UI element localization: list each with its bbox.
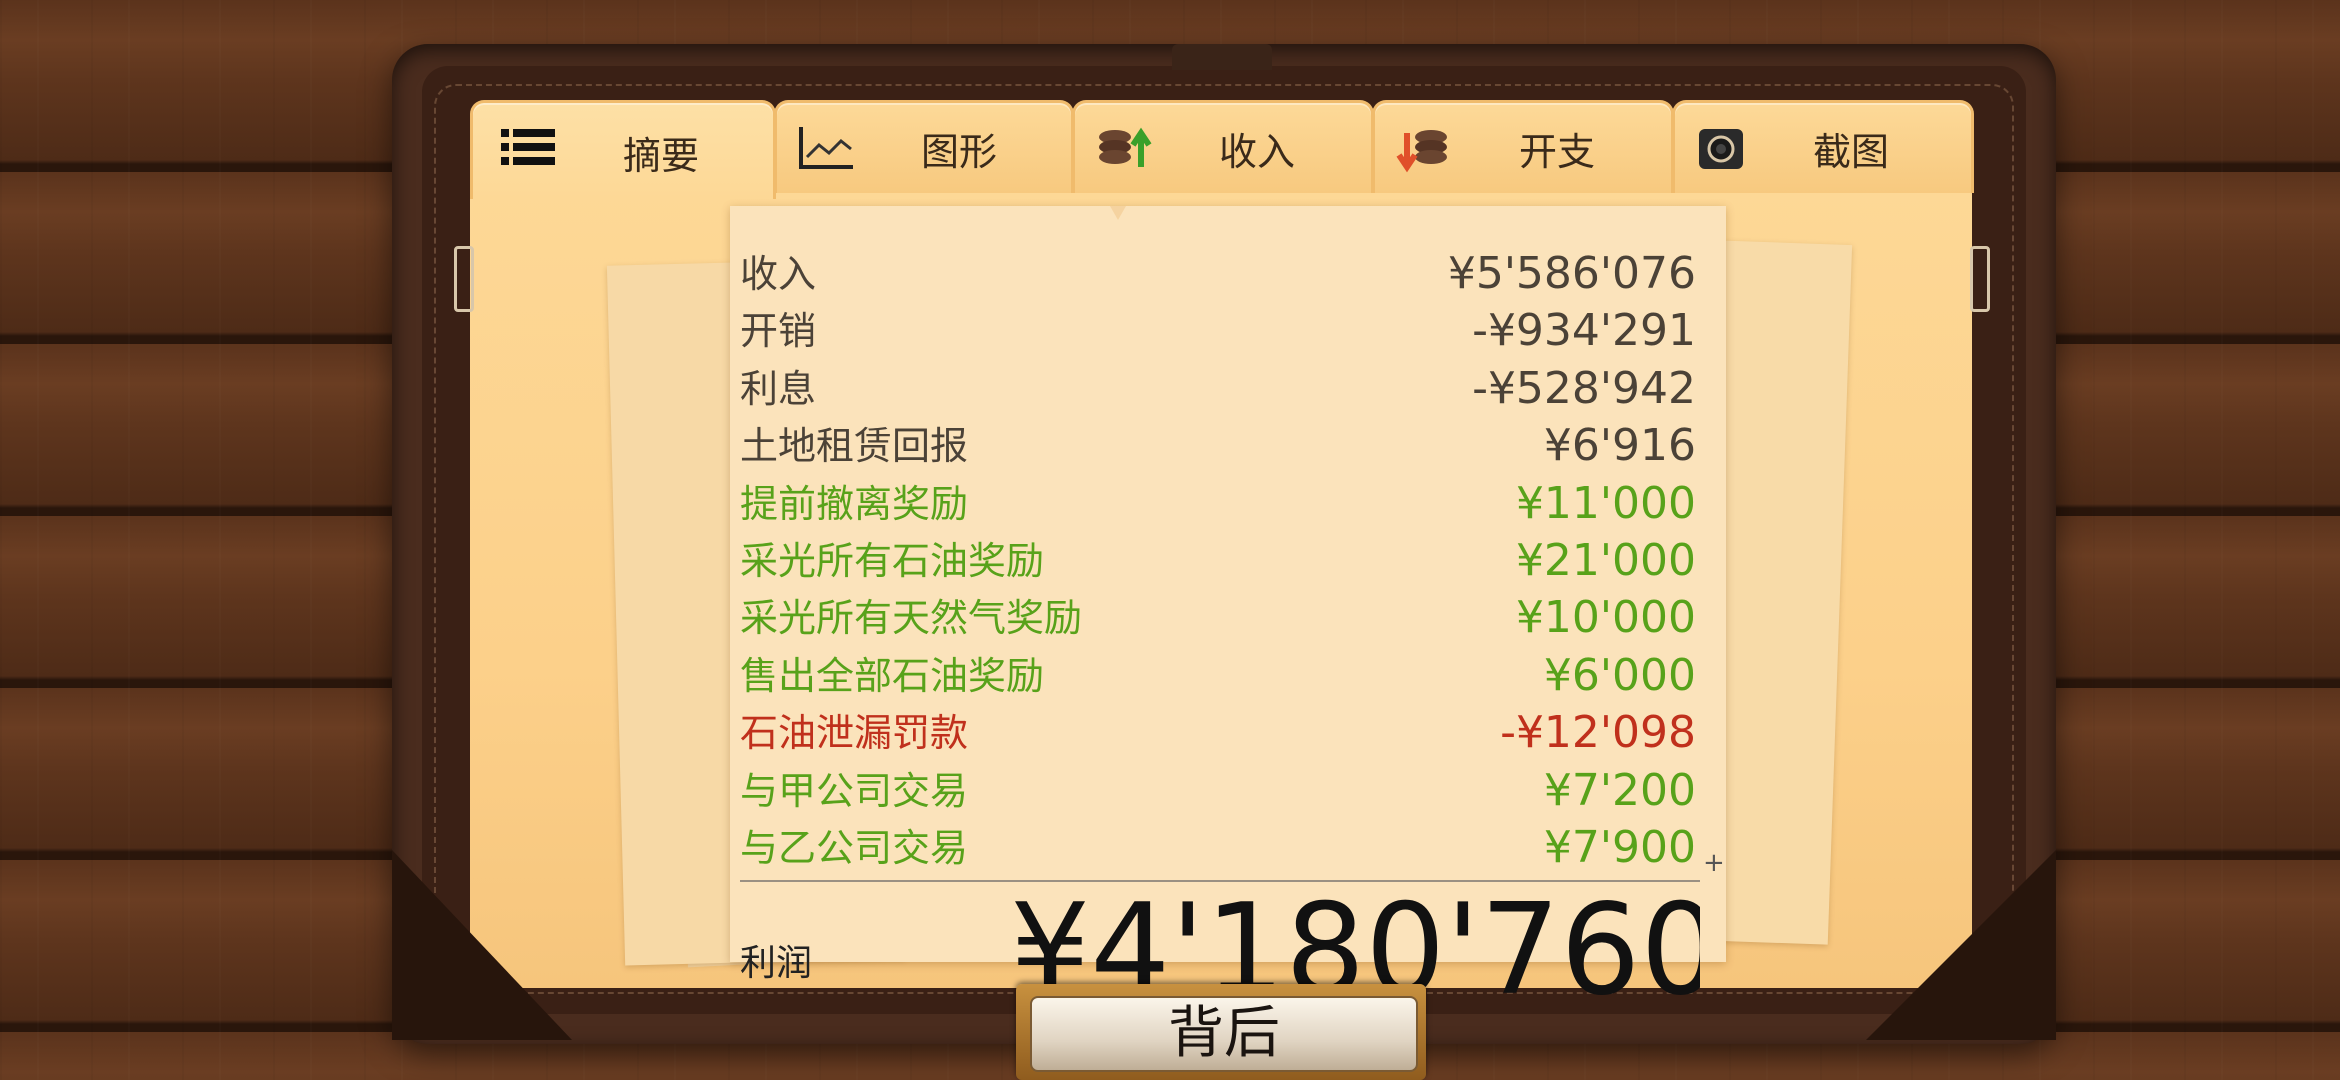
summary-row-label: 提前撤离奖励 [740, 481, 969, 526]
book-binding [1172, 44, 1272, 70]
summary-row-label: 与乙公司交易 [740, 826, 969, 870]
summary-row-label: 土地租赁回报 [740, 424, 969, 469]
tab-screenshot-label: 截图 [1813, 130, 1890, 174]
tab-summary[interactable]: 摘要 [470, 100, 776, 199]
summary-row-value: ¥5'586'076 [1447, 248, 1696, 299]
summary-row: 利息 -¥528'942 [740, 361, 1696, 417]
sum-symbol: + [1703, 848, 1725, 878]
summary-row: 与乙公司交易 ¥7'900 [740, 820, 1696, 876]
coins-down-icon [1396, 130, 1447, 173]
binder-ring-left [454, 246, 474, 312]
summary-row: 收入 ¥5'586'076 [740, 246, 1696, 302]
tab-screenshot[interactable]: 截图 [1672, 100, 1974, 193]
summary-row: 采光所有石油奖励 ¥21'000 [740, 533, 1696, 589]
tab-graph[interactable]: 图形 [774, 100, 1074, 193]
tab-graph-label: 图形 [921, 130, 998, 174]
binder-ring-right [1970, 246, 1990, 312]
summary-row-label: 售出全部石油奖励 [740, 653, 1045, 698]
tab-income-label: 收入 [1219, 130, 1296, 174]
book-corner-right [1866, 850, 2056, 1040]
tab-expenses[interactable]: 开支 [1372, 100, 1674, 193]
summary-row-value: -¥934'291 [1472, 305, 1696, 357]
summary-row: 土地租赁回报 ¥6'916 [740, 418, 1696, 474]
tab-income[interactable]: 收入 [1072, 100, 1374, 193]
line-chart-icon [799, 127, 853, 169]
summary-row: 开销 -¥934'291 [740, 303, 1696, 359]
summary-row-value: ¥10'000 [1515, 592, 1696, 644]
profit-value: ¥4'180'760 [1010, 880, 1700, 1000]
summary-row-value: ¥6'000 [1543, 649, 1696, 701]
summary-row-label: 利息 [740, 366, 817, 411]
tab-expenses-label: 开支 [1519, 130, 1596, 174]
list-icon [501, 129, 555, 165]
coins-up-icon [1099, 127, 1152, 167]
summary-row-value: -¥12'098 [1500, 707, 1696, 759]
sheet-notch [1110, 206, 1126, 220]
summary-row-label: 收入 [740, 252, 817, 296]
back-button[interactable]: 背后 [1030, 996, 1418, 1072]
summary-row: 石油泄漏罚款 -¥12'098 [740, 705, 1696, 761]
summary-row: 采光所有天然气奖励 ¥10'000 [740, 590, 1696, 646]
summary-row: 与甲公司交易 ¥7'200 [740, 763, 1696, 819]
profit-label: 利润 [740, 943, 813, 984]
summary-row-label: 石油泄漏罚款 [740, 711, 969, 756]
summary-row-value: ¥21'000 [1515, 535, 1696, 586]
summary-row: 售出全部石油奖励 ¥6'000 [740, 648, 1696, 704]
camera-icon [1699, 129, 1743, 169]
summary-row: 提前撤离奖励 ¥11'000 [740, 476, 1696, 532]
summary-row-label: 开销 [740, 309, 817, 354]
summary-row-value: ¥11'000 [1515, 477, 1696, 529]
tab-summary-label: 摘要 [623, 134, 700, 178]
summary-row-label: 采光所有天然气奖励 [740, 596, 1083, 641]
summary-row-label: 采光所有石油奖励 [740, 539, 1045, 583]
summary-row-value: ¥6'916 [1543, 420, 1696, 472]
summary-row-label: 与甲公司交易 [740, 768, 969, 813]
summary-row-value: ¥7'900 [1543, 822, 1696, 873]
summary-row-value: ¥7'200 [1543, 764, 1696, 816]
book-corner-left [392, 850, 572, 1040]
summary-row-value: -¥528'942 [1472, 362, 1696, 414]
